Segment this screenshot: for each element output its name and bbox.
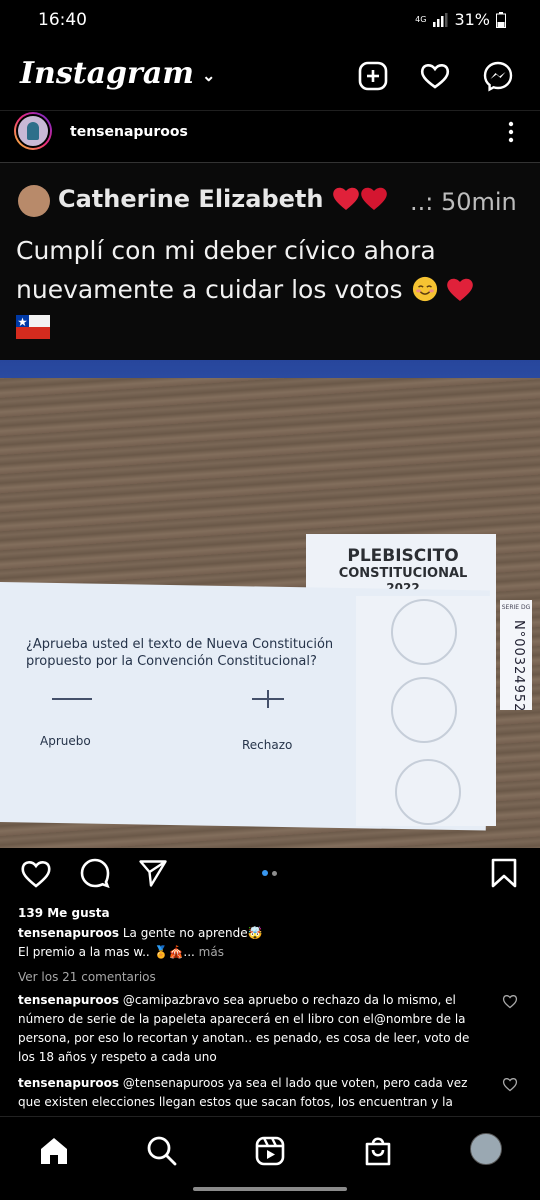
like-count[interactable]: 139 Me gusta <box>18 906 110 920</box>
view-comments-link[interactable]: Ver los 21 comentarios <box>18 970 156 984</box>
comment-icon[interactable] <box>80 858 110 888</box>
status-icons: 4G 31% <box>415 10 506 29</box>
shop-icon[interactable] <box>362 1135 394 1167</box>
ballot-title-2: CONSTITUCIONAL <box>338 566 468 581</box>
comment-username[interactable]: tensenapuroos <box>18 1076 119 1090</box>
app-name: Instagram <box>20 56 194 91</box>
caption-more-link[interactable]: más <box>199 945 224 959</box>
red-heart-icon <box>361 187 387 210</box>
create-post-icon[interactable] <box>357 60 389 92</box>
carousel-dot-active <box>262 870 268 876</box>
share-icon[interactable] <box>138 858 168 888</box>
save-bookmark-icon[interactable] <box>490 858 518 888</box>
ballot-serial-strip: SERIE DG N°00324952 <box>500 600 532 713</box>
app-header: Instagram ⌄ <box>0 50 540 111</box>
option-rechazo: Rechazo <box>242 738 293 752</box>
like-heart-icon[interactable] <box>20 858 52 888</box>
caption-text-1: La gente no aprende🤯 <box>122 926 263 940</box>
comment-username[interactable]: tensenapuroos <box>18 993 119 1007</box>
caption-username[interactable]: tensenapuroos <box>18 926 119 940</box>
story-text-line2: nuevamente a cuidar los votos <box>16 270 526 309</box>
post-username[interactable]: tensenapuroos <box>70 124 188 140</box>
more-options-icon[interactable] <box>506 120 516 144</box>
gesture-bar <box>193 1187 347 1191</box>
caption-text-2: El premio a la mas w.. 🏅🎪... <box>18 945 195 959</box>
story-text-line1: Cumplí con mi deber cívico ahora <box>16 236 436 265</box>
comment-like-icon[interactable] <box>502 1076 518 1092</box>
story-text-line2-text: nuevamente a cuidar los votos <box>16 275 403 304</box>
approve-mark-line <box>52 698 92 700</box>
story-avatar <box>18 185 50 217</box>
story-time: ..: 50min <box>410 188 517 216</box>
profile-avatar-icon[interactable] <box>470 1133 502 1165</box>
ballot-question-line1: ¿Aprueba usted el texto de Nueva Constit… <box>26 637 334 652</box>
search-icon[interactable] <box>146 1135 178 1167</box>
serie-label: SERIE DG <box>501 604 531 611</box>
home-icon[interactable] <box>38 1135 70 1167</box>
network-type: 4G <box>415 14 427 24</box>
carousel-dot <box>272 871 277 876</box>
red-heart-icon <box>447 278 474 301</box>
post-caption: tensenapuroos La gente no aprende🤯 El pr… <box>18 924 523 962</box>
comment-item: tensenapuroos @camipazbravo sea apruebo … <box>18 991 488 1067</box>
ballot-title-1: PLEBISCITO <box>347 546 459 566</box>
post-actions <box>0 850 540 896</box>
comment-item: tensenapuroos @tensenapuroos ya sea el l… <box>18 1074 488 1112</box>
reels-icon[interactable] <box>254 1135 286 1167</box>
ballot-question: ¿Aprueba usted el texto de Nueva Constit… <box>26 636 346 670</box>
ballot-stub <box>356 596 496 826</box>
ballot-photo: PLEBISCITO CONSTITUCIONAL 2022 SERIE DG … <box>0 360 540 848</box>
heart-icon[interactable] <box>419 60 451 92</box>
story-author: Catherine Elizabeth <box>58 185 388 213</box>
chile-flag-icon <box>16 311 526 350</box>
red-heart-icon <box>333 187 359 210</box>
post-header: tensenapuroos <box>0 112 540 156</box>
avatar[interactable] <box>14 112 52 150</box>
story-text: Cumplí con mi deber cívico ahora nuevame… <box>16 231 526 350</box>
post-media[interactable]: Catherine Elizabeth ..: 50min Cumplí con… <box>0 162 540 848</box>
battery-percent: 31% <box>454 10 490 29</box>
reject-cross-mark <box>250 690 286 708</box>
chevron-down-icon[interactable]: ⌄ <box>202 66 215 85</box>
ballot-serial: N°00324952 <box>511 620 526 713</box>
messenger-icon[interactable] <box>482 60 514 92</box>
comment-like-icon[interactable] <box>502 993 518 1009</box>
smiling-blush-emoji <box>412 276 437 302</box>
ballot-question-line2: propuesto por la Convención Constitucion… <box>26 654 317 669</box>
battery-icon <box>496 11 506 28</box>
status-bar: 16:40 4G 31% <box>0 0 540 44</box>
status-time: 16:40 <box>38 10 87 30</box>
story-author-name: Catherine Elizabeth <box>58 185 324 213</box>
story-screenshot: Catherine Elizabeth ..: 50min Cumplí con… <box>0 162 540 361</box>
signal-icon <box>433 12 448 27</box>
bottom-nav <box>0 1116 540 1183</box>
instagram-logo[interactable]: Instagram ⌄ <box>20 56 215 91</box>
option-apruebo: Apruebo <box>40 734 91 748</box>
